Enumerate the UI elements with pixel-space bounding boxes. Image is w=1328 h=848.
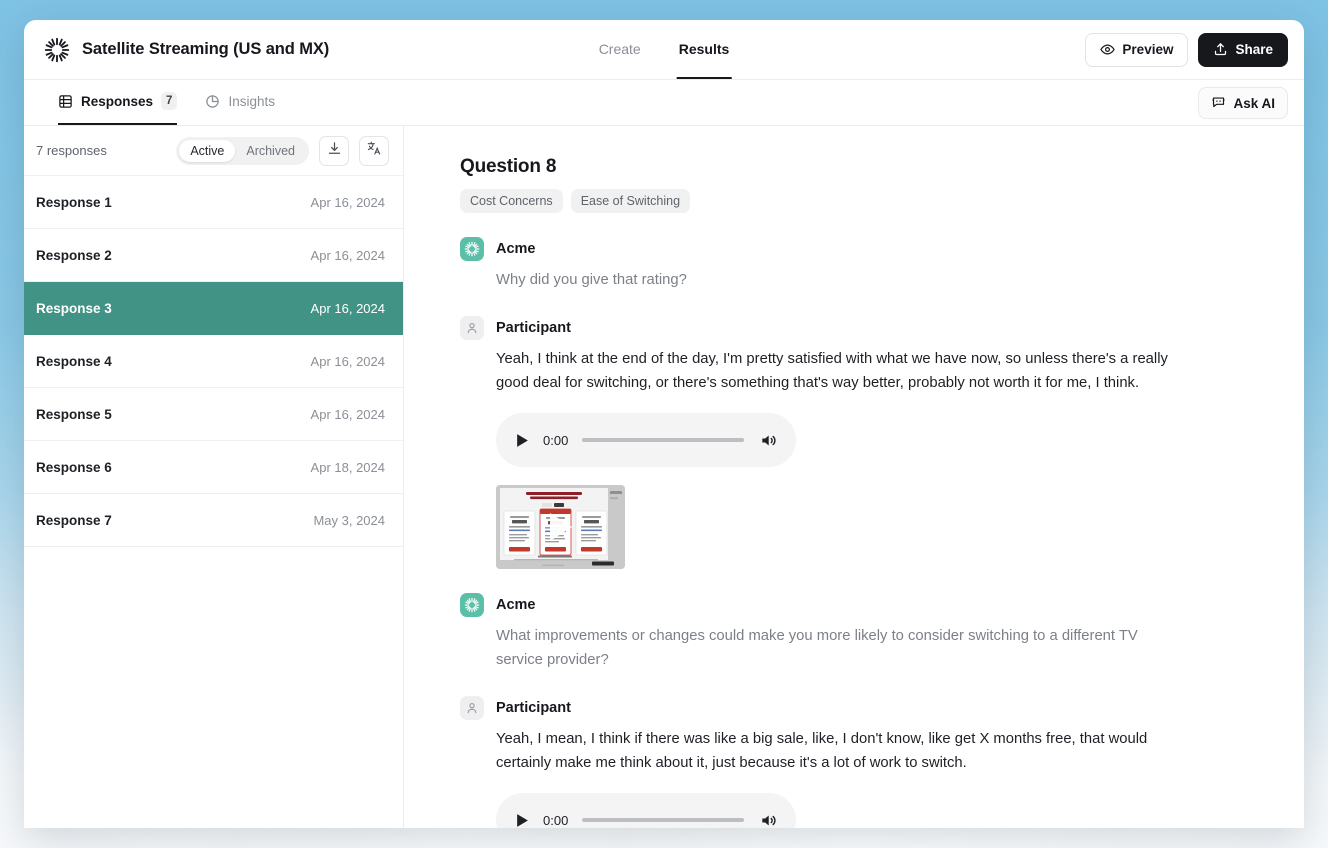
ask-ai-button-label: Ask AI xyxy=(1233,96,1275,111)
response-count-label: 7 responses xyxy=(36,143,107,158)
speaker-name: Acme xyxy=(496,241,536,257)
tab-insights[interactable]: Insights xyxy=(205,80,275,125)
sub-tab-bar: Responses 7 Insights xyxy=(24,80,1304,126)
tag-ease-of-switching[interactable]: Ease of Switching xyxy=(571,189,690,213)
active-archived-toggle[interactable]: Active Archived xyxy=(176,137,309,165)
response-date: Apr 16, 2024 xyxy=(311,407,385,422)
pie-chart-icon xyxy=(205,94,220,109)
list-item[interactable]: Response 6 Apr 18, 2024 xyxy=(24,441,403,494)
main-tabs: Create Results xyxy=(597,20,732,79)
audio-player[interactable]: 0:00 xyxy=(496,793,796,828)
speaker-name: Participant xyxy=(496,700,571,716)
eye-icon xyxy=(1100,42,1115,57)
message-text: Why did you give that rating? xyxy=(460,268,1170,292)
response-date: Apr 16, 2024 xyxy=(311,354,385,369)
share-button-label: Share xyxy=(1235,42,1273,57)
person-avatar-icon xyxy=(460,316,484,340)
filter-archived[interactable]: Archived xyxy=(235,140,306,162)
translate-icon xyxy=(366,140,382,161)
download-icon xyxy=(327,141,342,161)
response-name: Response 7 xyxy=(36,513,112,528)
tab-insights-label: Insights xyxy=(228,94,275,109)
play-icon[interactable] xyxy=(550,513,572,541)
top-bar-actions: Preview Share xyxy=(1085,33,1288,67)
list-item-selected[interactable]: Response 3 Apr 16, 2024 xyxy=(24,282,403,335)
tab-create[interactable]: Create xyxy=(597,20,643,79)
audio-time: 0:00 xyxy=(543,813,568,828)
share-upload-icon xyxy=(1213,42,1228,57)
play-icon[interactable] xyxy=(516,433,529,448)
response-date: Apr 16, 2024 xyxy=(311,248,385,263)
responses-count-badge: 7 xyxy=(161,92,177,109)
audio-time: 0:00 xyxy=(543,433,568,448)
preview-button[interactable]: Preview xyxy=(1085,33,1188,67)
tag-cost-concerns[interactable]: Cost Concerns xyxy=(460,189,563,213)
response-name: Response 4 xyxy=(36,354,112,369)
sub-bar-actions: Ask AI xyxy=(1198,87,1288,125)
volume-icon[interactable] xyxy=(758,432,778,449)
message-participant-2: Participant Yeah, I mean, I think if the… xyxy=(460,696,1264,828)
question-title: Question 8 xyxy=(460,156,1264,178)
ask-ai-button[interactable]: Ask AI xyxy=(1198,87,1288,119)
app-window: Satellite Streaming (US and MX) Create R… xyxy=(24,20,1304,828)
preview-button-label: Preview xyxy=(1122,42,1173,57)
list-item[interactable]: Response 2 Apr 16, 2024 xyxy=(24,229,403,282)
message-text: Yeah, I think at the end of the day, I'm… xyxy=(460,347,1170,395)
message-header: Acme xyxy=(460,237,1264,261)
download-button[interactable] xyxy=(319,136,349,166)
page-title: Satellite Streaming (US and MX) xyxy=(82,40,329,59)
message-text: What improvements or changes could make … xyxy=(460,624,1170,672)
acme-sunburst-avatar-icon xyxy=(460,593,484,617)
play-icon[interactable] xyxy=(516,813,529,828)
brand: Satellite Streaming (US and MX) xyxy=(36,37,329,63)
audio-progress-slider[interactable] xyxy=(582,438,744,442)
response-name: Response 5 xyxy=(36,407,112,422)
message-acme-1: Acme Why did you give that rating? xyxy=(460,237,1264,292)
list-item[interactable]: Response 4 Apr 16, 2024 xyxy=(24,335,403,388)
responses-sidebar: 7 responses Active Archived xyxy=(24,126,404,828)
filter-active[interactable]: Active xyxy=(179,140,235,162)
volume-icon[interactable] xyxy=(758,812,778,829)
tab-responses[interactable]: Responses 7 xyxy=(58,80,177,125)
tab-responses-label: Responses xyxy=(81,94,153,109)
sunburst-logo-icon xyxy=(44,37,70,63)
content-area: 7 responses Active Archived xyxy=(24,126,1304,828)
speaker-name: Acme xyxy=(496,597,536,613)
sidebar-toolbar: 7 responses Active Archived xyxy=(24,126,403,176)
question-tags: Cost Concerns Ease of Switching xyxy=(460,189,1264,213)
robot-chat-icon xyxy=(1211,94,1226,112)
tab-results[interactable]: Results xyxy=(677,20,732,79)
message-header: Acme xyxy=(460,593,1264,617)
share-button[interactable]: Share xyxy=(1198,33,1288,67)
response-name: Response 2 xyxy=(36,248,112,263)
acme-sunburst-avatar-icon xyxy=(460,237,484,261)
message-header: Participant xyxy=(460,316,1264,340)
response-date: Apr 16, 2024 xyxy=(311,301,385,316)
audio-progress-slider[interactable] xyxy=(582,818,744,822)
response-name: Response 6 xyxy=(36,460,112,475)
message-participant-1: Participant Yeah, I think at the end of … xyxy=(460,316,1264,569)
response-name: Response 1 xyxy=(36,195,112,210)
list-item[interactable]: Response 5 Apr 16, 2024 xyxy=(24,388,403,441)
response-date: May 3, 2024 xyxy=(313,513,385,528)
response-date: Apr 18, 2024 xyxy=(311,460,385,475)
transcript-panel: Question 8 Cost Concerns Ease of Switchi… xyxy=(404,126,1304,828)
speaker-name: Participant xyxy=(496,320,571,336)
video-thumbnail[interactable] xyxy=(496,485,625,569)
person-avatar-icon xyxy=(460,696,484,720)
response-date: Apr 16, 2024 xyxy=(311,195,385,210)
message-text: Yeah, I mean, I think if there was like … xyxy=(460,727,1170,775)
audio-player[interactable]: 0:00 xyxy=(496,413,796,467)
table-grid-icon xyxy=(58,94,73,109)
top-bar: Satellite Streaming (US and MX) Create R… xyxy=(24,20,1304,80)
responses-list[interactable]: Response 1 Apr 16, 2024 Response 2 Apr 1… xyxy=(24,176,403,828)
list-item[interactable]: Response 7 May 3, 2024 xyxy=(24,494,403,547)
list-item[interactable]: Response 1 Apr 16, 2024 xyxy=(24,176,403,229)
translate-button[interactable] xyxy=(359,136,389,166)
message-header: Participant xyxy=(460,696,1264,720)
response-name: Response 3 xyxy=(36,301,112,316)
message-acme-2: Acme What improvements or changes could … xyxy=(460,593,1264,672)
